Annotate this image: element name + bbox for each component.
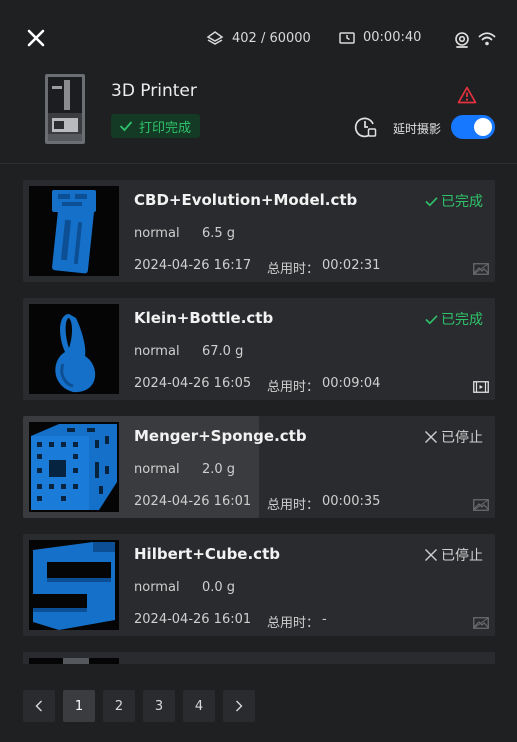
duration-value: 00:09:04 [322,376,381,391]
list-item[interactable]: Klein+Bottle.ctb 已完成 normal 67.0 g 2024-… [23,298,495,400]
list-item[interactable]: CBD+Evolution+Model.ctb 已完成 normal 6.5 g… [23,180,495,282]
print-status-text: 打印完成 [139,120,192,136]
duration-value: 00:00:35 [322,494,381,509]
timelapse-history-icon[interactable] [354,115,378,143]
model-thumbnail [29,186,119,276]
list-item[interactable] [23,652,495,664]
resin-weight: 2.0 g [202,462,236,477]
layers-icon [206,31,224,45]
elapsed-time-text: 00:00:40 [363,30,422,45]
duration-label: 总用时： [267,262,320,277]
print-mode: normal [134,344,180,359]
warning-icon[interactable] [457,86,477,108]
job-state: 已完成 [425,309,483,329]
print-date: 2024-04-26 16:01 [134,494,252,509]
print-date: 2024-04-26 16:05 [134,376,252,391]
print-mode: normal [134,226,180,241]
file-name: CBD+Evolution+Model.ctb [134,191,358,209]
job-state: 已停止 [424,427,483,447]
wifi-icon [478,31,496,51]
page-1-button[interactable]: 1 [63,690,95,722]
duration-label: 总用时： [267,616,320,631]
resin-weight: 67.0 g [202,344,244,359]
duration-label: 总用时： [267,380,320,395]
job-state-text: 已停止 [441,548,483,564]
video-icon[interactable] [473,378,489,397]
job-state: 已完成 [425,191,483,211]
print-mode: normal [134,462,180,477]
list-item[interactable]: Menger+Sponge.ctb 已停止 normal 2.0 g 2024-… [23,416,495,518]
print-date: 2024-04-26 16:17 [134,258,252,273]
top-bar: 402 / 60000 00:00:40 [0,0,517,78]
close-icon[interactable] [24,26,48,50]
printer-name: 3D Printer [111,81,197,101]
file-name: Menger+Sponge.ctb [134,427,307,445]
elapsed-timer: 00:00:40 [339,30,421,45]
chevron-left-icon [35,700,42,712]
next-page-button[interactable] [223,690,255,722]
job-state-text: 已停止 [441,430,483,446]
layer-counter: 402 / 60000 [206,30,311,46]
print-date: 2024-04-26 16:01 [134,612,252,627]
pagination: 1 2 3 4 [23,690,263,722]
model-thumbnail [29,540,119,630]
duration-value: 00:02:31 [322,258,381,273]
resin-weight: 6.5 g [202,226,236,241]
duration-value: - [322,612,327,627]
job-state-text: 已完成 [441,194,483,210]
model-thumbnail [29,422,119,512]
printer-image [44,74,86,144]
job-state-text: 已完成 [441,312,483,328]
prev-page-button[interactable] [23,690,55,722]
printer-header: 3D Printer 打印完成 延时摄影 [0,72,517,164]
layer-count-text: 402 / 60000 [232,30,311,46]
image-placeholder-icon[interactable] [473,496,489,515]
toggle-knob [474,118,492,136]
page-4-button[interactable]: 4 [183,690,215,722]
timelapse-label: 延时摄影 [393,122,442,136]
file-name: Klein+Bottle.ctb [134,309,274,327]
model-thumbnail [29,658,119,664]
resin-weight: 0.0 g [202,580,236,595]
print-status-badge: 打印完成 [111,114,201,138]
clock-icon [339,31,355,44]
image-placeholder-icon[interactable] [473,614,489,633]
image-placeholder-icon[interactable] [473,260,489,279]
check-icon [119,121,133,132]
duration-label: 总用时： [267,498,320,513]
x-icon [425,549,437,561]
x-icon [425,431,437,443]
job-state: 已停止 [424,545,483,565]
page-2-button[interactable]: 2 [103,690,135,722]
camera-icon[interactable] [453,31,471,53]
timelapse-toggle[interactable] [451,115,495,139]
list-item[interactable]: Hilbert+Cube.ctb 已停止 normal 0.0 g 2024-0… [23,534,495,636]
model-thumbnail [29,304,119,394]
print-mode: normal [134,580,180,595]
page-3-button[interactable]: 3 [143,690,175,722]
check-icon [425,314,438,324]
check-icon [425,196,438,206]
file-name: Hilbert+Cube.ctb [134,545,280,563]
chevron-right-icon [236,700,243,712]
